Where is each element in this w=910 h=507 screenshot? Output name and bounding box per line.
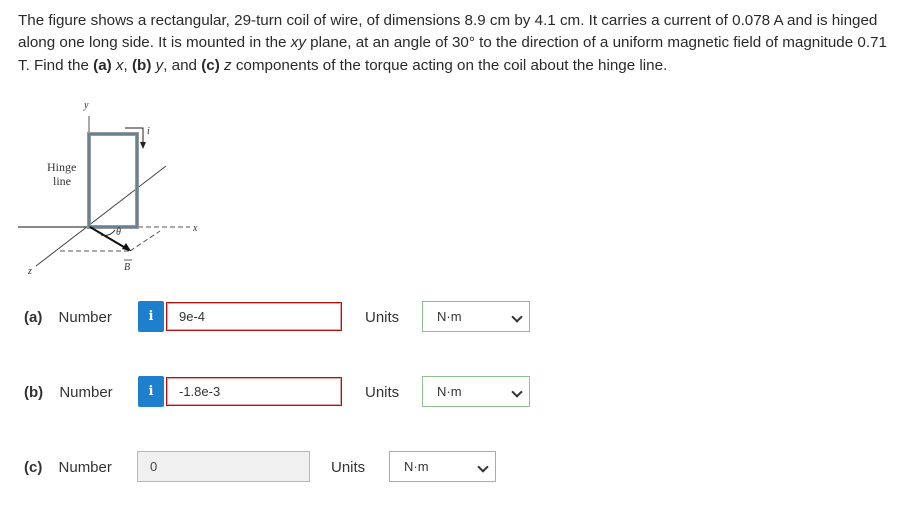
current-label: i — [147, 126, 150, 137]
part-a-label: (a) Number — [24, 309, 112, 326]
units-label: Units — [365, 384, 400, 401]
part-ref: (c) — [201, 56, 220, 74]
b-field-label: B — [124, 262, 130, 273]
units-value: N·m — [404, 459, 429, 474]
problem-text: y — [151, 56, 164, 74]
part-letter: (a) — [24, 309, 43, 326]
answer-input-b[interactable]: -1.8e-3 — [166, 377, 342, 406]
problem-text: components of the torque acting on the c… — [231, 56, 668, 74]
answer-input-a[interactable]: 9e-4 — [166, 302, 342, 331]
theta-label: θ — [116, 227, 121, 238]
coil-figure: y x z i B θ Hinge line — [18, 100, 198, 277]
coil-outline — [88, 133, 138, 228]
problem-text: x — [111, 56, 124, 74]
units-value: N·m — [437, 384, 462, 399]
chevron-down-icon — [511, 386, 523, 398]
number-label: Number — [58, 309, 112, 326]
units-value: N·m — [437, 309, 462, 324]
answer-input-c[interactable]: 0 — [137, 451, 310, 482]
chevron-down-icon — [511, 311, 523, 323]
number-label: Number — [59, 384, 113, 401]
part-letter: (c) — [24, 459, 43, 476]
hinge-label: Hinge — [47, 160, 76, 174]
units-select-c[interactable]: N·m — [389, 451, 496, 482]
units-select-b[interactable]: N·m — [422, 376, 530, 407]
z-axis-label: z — [27, 266, 32, 277]
part-b-label: (b) Number — [24, 384, 113, 401]
part-ref: (b) — [131, 56, 152, 74]
part-ref: (a) — [93, 56, 112, 74]
info-button[interactable]: i — [138, 301, 164, 332]
coil — [87, 132, 139, 229]
problem-statement: The figure shows a rectangular, 29-turn … — [18, 10, 898, 77]
dashed-projection — [129, 230, 161, 252]
chevron-down-icon — [477, 461, 489, 473]
problem-text: xy — [290, 34, 306, 52]
part-letter: (b) — [24, 384, 44, 401]
units-label: Units — [331, 459, 366, 476]
current-arrowhead — [140, 142, 146, 149]
units-label: Units — [365, 309, 400, 326]
number-label: Number — [58, 459, 112, 476]
y-axis-label: y — [83, 100, 89, 111]
units-select-a[interactable]: N·m — [422, 301, 530, 332]
b-field-vector — [89, 226, 130, 251]
part-c-label: (c) Number — [24, 459, 112, 476]
x-axis-label: x — [192, 223, 198, 234]
hinge-label: line — [53, 174, 71, 188]
problem-text: , and — [163, 56, 202, 74]
b-field-arrowhead — [122, 243, 131, 251]
info-button[interactable]: i — [138, 376, 164, 407]
problem-text: , — [123, 56, 132, 74]
problem-text: z — [219, 56, 232, 74]
